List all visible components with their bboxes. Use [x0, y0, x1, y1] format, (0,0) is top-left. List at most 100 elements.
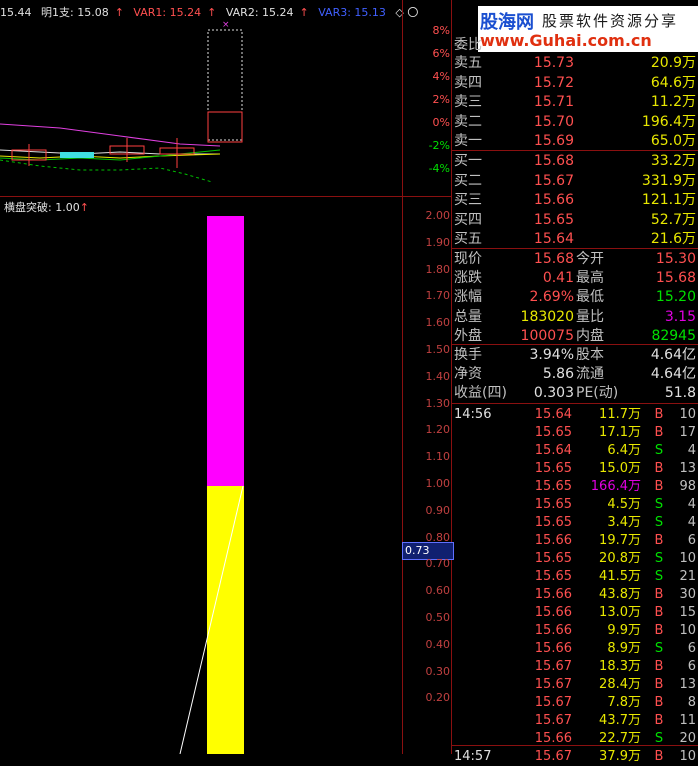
indicator-chart[interactable] [0, 200, 402, 754]
stat-value: 4.64亿 [650, 366, 696, 383]
stat-value: 0.303 [533, 385, 574, 402]
tick-count: 10 [679, 749, 696, 764]
book-price: 15.70 [533, 113, 574, 130]
tick-row: 15.67 18.3万 B 6 [452, 658, 698, 676]
pct-tick: 2% [432, 93, 450, 106]
tick-volume: 11.7万 [599, 407, 641, 422]
ask-row[interactable]: 卖一 15.69 65.0万 [452, 132, 698, 151]
ma-line-yellow [0, 153, 221, 159]
tick-row: 15.66 8.9万 S 6 [452, 640, 698, 658]
ask-row[interactable]: 卖二 15.70 196.4万 [452, 113, 698, 132]
tick-volume: 41.5万 [599, 569, 641, 584]
tick-volume: 17.1万 [599, 425, 641, 440]
indicator-axis-tick: 1.90 [425, 235, 451, 249]
bid-row[interactable]: 买二 15.67 331.9万 [452, 172, 698, 191]
indicator-axis-tick: 0.30 [425, 664, 451, 678]
tick-price: 15.66 [534, 605, 572, 620]
book-label: 卖三 [454, 94, 482, 111]
ask-row[interactable]: 卖四 15.72 64.6万 [452, 74, 698, 93]
legend-var3: VAR3: 15.13 [318, 6, 386, 19]
stat-label: PE(动) [576, 385, 619, 402]
tick-volume: 18.3万 [599, 659, 641, 674]
stat-label: 现价 [454, 251, 482, 267]
indicator-axis-tick: 1.80 [425, 262, 451, 276]
stat-label: 股本 [576, 347, 604, 363]
weibi-row: 委比 [454, 37, 482, 53]
tick-direction: S [654, 551, 664, 566]
tick-count: 10 [679, 551, 696, 566]
indicator-axis-tick: 1.20 [425, 423, 451, 437]
price-chart[interactable]: × [0, 20, 402, 195]
bid-row[interactable]: 买四 15.65 52.7万 [452, 211, 698, 230]
indicator-axis-tick: 1.00 [425, 477, 451, 490]
tick-row: 15.65 166.4万 B 98 [452, 478, 698, 496]
tick-direction: B [654, 407, 664, 422]
tick-price: 15.65 [534, 551, 572, 566]
tick-direction: S [654, 443, 664, 458]
tick-direction: B [654, 605, 664, 620]
ask-row[interactable]: 卖三 15.71 11.2万 [452, 93, 698, 112]
tick-direction: B [654, 533, 664, 548]
stat-value: 5.86 [542, 366, 574, 383]
stat-value: 15.68 [533, 251, 574, 267]
stat-row: 总量 183020 量比 3.15 [452, 308, 698, 327]
legend-var1: VAR1: 15.24 [133, 6, 202, 19]
stat-value: 100075 [520, 327, 574, 344]
stat-value: 82945 [651, 327, 696, 344]
tick-row: 15.65 15.0万 B 13 [452, 460, 698, 478]
indicator-axis-tick: 1.60 [425, 316, 451, 330]
stat-label: 涨幅 [454, 289, 482, 306]
tick-row: 15.66 9.9万 B 10 [452, 622, 698, 640]
book-price: 15.66 [533, 192, 574, 209]
stat-label: 流通 [576, 366, 604, 383]
book-volume: 331.9万 [641, 172, 696, 189]
book-volume: 11.2万 [650, 94, 696, 111]
tick-direction: B [654, 749, 664, 764]
tick-price: 15.65 [534, 515, 572, 530]
tick-direction: S [654, 641, 664, 656]
tick-count: 10 [679, 623, 696, 638]
tick-volume: 43.7万 [599, 713, 641, 728]
tick-count: 8 [687, 695, 696, 710]
stat-value: 4.64亿 [650, 347, 696, 363]
bid-row[interactable]: 买三 15.66 121.1万 [452, 191, 698, 210]
tick-price: 15.64 [534, 443, 572, 458]
tick-volume: 166.4万 [590, 479, 641, 494]
tick-volume: 7.8万 [607, 695, 641, 710]
book-price: 15.67 [533, 172, 574, 189]
book-volume: 121.1万 [641, 192, 696, 209]
tick-volume: 9.9万 [607, 623, 641, 638]
tick-row-partial: 14:57 15.67 37.9万 B 10 [452, 748, 698, 766]
stat-row: 换手 3.94% 股本 4.64亿 [452, 346, 698, 365]
book-volume: 64.6万 [650, 74, 696, 91]
stat-label: 净资 [454, 366, 482, 383]
tick-count: 13 [679, 461, 696, 476]
candle-latest [207, 111, 243, 143]
stat-label: 涨跌 [454, 270, 482, 287]
tick-count: 4 [687, 497, 696, 512]
tick-direction: S [654, 569, 664, 584]
tick-row: 15.64 6.4万 S 4 [452, 442, 698, 460]
tick-price: 15.67 [534, 749, 572, 764]
tick-price: 15.65 [534, 461, 572, 476]
bid-row[interactable]: 买五 15.64 21.6万 [452, 230, 698, 249]
tick-count: 21 [679, 569, 696, 584]
tick-row: 15.66 19.7万 B 6 [452, 532, 698, 550]
ask-row[interactable]: 卖五 15.73 20.9万 [452, 54, 698, 73]
tick-row: 15.65 41.5万 S 21 [452, 568, 698, 586]
tick-count: 17 [679, 425, 696, 440]
legend-toggle-icon[interactable]: ◇ 〇 [395, 6, 418, 19]
tick-direction: B [654, 623, 664, 638]
tick-row: 15.65 4.5万 S 4 [452, 496, 698, 514]
book-price: 15.72 [533, 74, 574, 91]
book-price: 15.71 [533, 94, 574, 111]
indicator-axis-tick: 2.00 [425, 209, 451, 222]
tick-direction: B [654, 461, 664, 476]
tick-direction: S [654, 515, 664, 530]
tick-count: 4 [687, 515, 696, 530]
book-label: 卖四 [454, 74, 482, 91]
ma-line-purple [0, 123, 221, 147]
tick-price: 15.65 [534, 569, 572, 584]
bid-row[interactable]: 买一 15.68 33.2万 [452, 152, 698, 171]
tick-row: 15.67 7.8万 B 8 [452, 694, 698, 712]
